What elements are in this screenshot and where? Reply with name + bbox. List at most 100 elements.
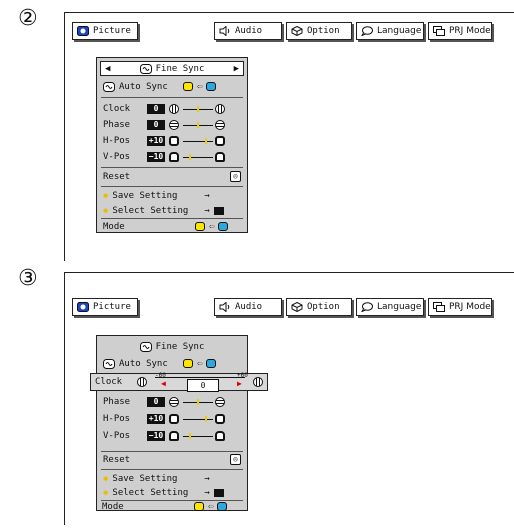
blue-button-icon (218, 222, 229, 231)
black-square-icon (213, 488, 224, 497)
reset-label: Reset (103, 171, 131, 182)
tab-label: Picture (93, 26, 131, 36)
h-pos-start-icon (169, 413, 179, 424)
auto-sync-label: Auto Sync (119, 358, 168, 369)
setting-label: Phase (103, 396, 131, 407)
phase-end-icon (215, 119, 225, 130)
swap-arrow-icon: ⇦ (197, 81, 203, 92)
step-number: ② (18, 6, 38, 31)
v-pos-start-icon (169, 430, 179, 441)
speaker-icon (219, 302, 230, 312)
tab-prj-mode[interactable]: PRJ Mode (428, 298, 492, 316)
divider (101, 167, 243, 168)
blue-button-icon (217, 502, 228, 511)
setting-label: Phase (103, 119, 131, 130)
tab-language[interactable]: Language (356, 22, 424, 40)
fine-sync-icon (139, 341, 152, 352)
slider-track[interactable] (155, 377, 245, 378)
v-pos-slider[interactable] (169, 151, 225, 162)
tab-picture[interactable]: Picture (72, 22, 138, 40)
save-setting-row[interactable]: ◆ Save Setting → (103, 188, 241, 203)
setting-label: Clock (103, 103, 131, 114)
menu-header[interactable]: ◀ Fine Sync ▶ (100, 61, 244, 76)
mode-label: Mode (103, 221, 125, 232)
tab-label: PRJ Mode (449, 302, 491, 312)
phase-start-icon (169, 396, 179, 407)
option-icon (291, 26, 303, 36)
enter-icon: ◎ (230, 454, 241, 465)
picture-icon (77, 302, 89, 312)
tab-label: Option (307, 26, 340, 36)
tab-label: Audio (235, 302, 263, 312)
tab-prj-mode[interactable]: PRJ Mode (428, 22, 492, 40)
speaker-icon (219, 26, 230, 36)
v-pos-start-icon (169, 151, 179, 162)
enter-icon: ◎ (230, 171, 241, 182)
tab-picture[interactable]: Picture (72, 298, 138, 316)
projector-icon (433, 26, 445, 36)
reset-row[interactable]: Reset ◎ (103, 452, 241, 467)
diamond-arrow-icon: ◆ (103, 473, 109, 484)
h-pos-slider[interactable] (169, 135, 225, 146)
h-pos-slider[interactable] (169, 413, 225, 424)
fine-sync-menu: Fine Sync Auto Sync ⇦ Phase 0 H-Pos +10 … (96, 335, 248, 511)
v-pos-end-icon (215, 430, 225, 441)
clock-start-icon (137, 377, 147, 387)
auto-sync-row[interactable]: Auto Sync ⇦ (103, 356, 241, 371)
tab-label: PRJ Mode (449, 26, 491, 36)
option-icon (291, 302, 303, 312)
select-setting-row[interactable]: ◆ Select Setting → (103, 203, 241, 218)
save-setting-row[interactable]: ◆ Save Setting → (103, 471, 241, 486)
save-setting-label: Save Setting (112, 473, 178, 484)
yellow-button-icon (194, 502, 204, 511)
tab-option[interactable]: Option (286, 298, 352, 316)
phase-slider[interactable] (169, 119, 225, 130)
select-setting-label: Select Setting (112, 487, 189, 498)
arrow-right-icon: → (204, 473, 210, 484)
clock-label: Clock (95, 377, 123, 387)
divider (101, 186, 243, 187)
yellow-button-icon (195, 222, 205, 231)
reset-row[interactable]: Reset ◎ (103, 169, 241, 184)
phase-row[interactable]: Phase 0 (103, 117, 241, 132)
diamond-arrow-icon: ◆ (103, 487, 109, 498)
divider (101, 469, 243, 470)
tab-audio[interactable]: Audio (214, 22, 282, 40)
clock-end-icon (215, 103, 225, 114)
tab-label: Audio (235, 26, 263, 36)
setting-value: +10 (147, 135, 165, 146)
tab-option[interactable]: Option (286, 22, 352, 40)
increase-arrow-icon[interactable]: ▶ (237, 379, 242, 388)
setting-value: 0 (147, 119, 165, 130)
h-pos-row[interactable]: H-Pos +10 (103, 133, 241, 148)
tab-language[interactable]: Language (356, 298, 424, 316)
auto-sync-icon (103, 358, 115, 369)
arrow-left-icon[interactable]: ◀ (105, 64, 110, 74)
mode-row[interactable]: Mode ⇦ (103, 219, 241, 234)
blue-button-icon (206, 82, 217, 91)
h-pos-end-icon (215, 135, 225, 146)
h-pos-row[interactable]: H-Pos +10 (103, 411, 241, 426)
auto-sync-icon (103, 81, 115, 92)
arrow-right-icon: → (204, 190, 210, 201)
v-pos-row[interactable]: V-Pos −10 (103, 149, 241, 164)
yellow-button-icon (183, 82, 193, 91)
auto-sync-row[interactable]: Auto Sync ⇦ (103, 79, 241, 94)
diamond-arrow-icon: ◆ (103, 190, 109, 201)
mode-row[interactable]: Mode ⇦ (102, 499, 242, 514)
tab-audio[interactable]: Audio (214, 298, 282, 316)
v-pos-row[interactable]: V-Pos −10 (103, 428, 241, 443)
phase-slider[interactable] (169, 396, 225, 407)
decrease-arrow-icon[interactable]: ◀ (161, 379, 166, 388)
fine-sync-menu: ◀ Fine Sync ▶ Auto Sync ⇦ Clock 0 Phase … (96, 57, 248, 233)
swap-arrow-icon: ⇦ (208, 501, 214, 512)
clock-adjust-popup[interactable]: Clock -60 +60 ◀ 0 ▶ (90, 372, 268, 392)
tab-label: Language (377, 26, 422, 36)
clock-slider[interactable] (169, 103, 225, 114)
fine-sync-icon (139, 63, 152, 74)
select-setting-row[interactable]: ◆ Select Setting → (103, 485, 241, 500)
arrow-right-icon[interactable]: ▶ (234, 64, 239, 74)
phase-row[interactable]: Phase 0 (103, 394, 241, 409)
v-pos-slider[interactable] (169, 430, 225, 441)
clock-row[interactable]: Clock 0 (103, 101, 241, 116)
